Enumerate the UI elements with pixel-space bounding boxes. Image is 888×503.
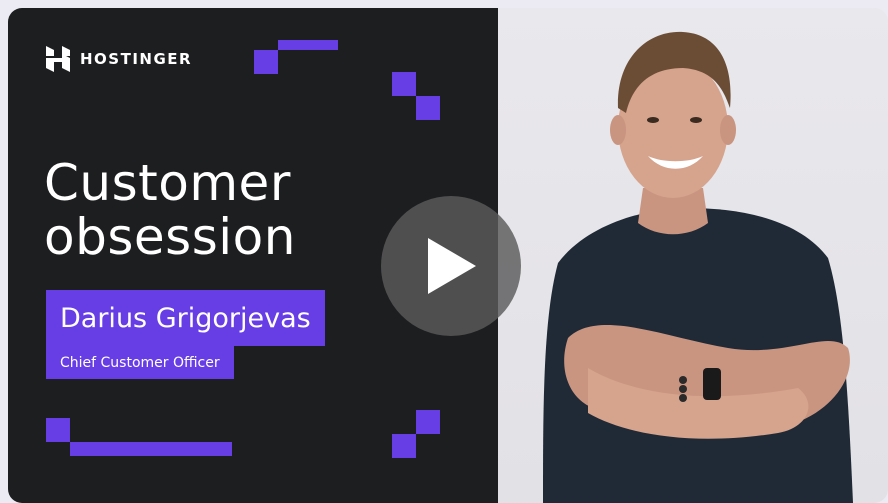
- brand-logo: HOSTINGER: [46, 46, 192, 72]
- title-line-1: Customer: [44, 154, 291, 212]
- play-button[interactable]: [381, 196, 521, 336]
- speaker-photo-panel: [498, 8, 888, 503]
- speaker-photo: [543, 31, 853, 503]
- speaker-role-badge: Chief Customer Officer: [46, 346, 234, 379]
- speaker-name-badge: Darius Grigorjevas: [46, 290, 325, 346]
- hostinger-logo-icon: [46, 46, 70, 72]
- play-icon: [428, 238, 476, 294]
- brand-name: HOSTINGER: [80, 50, 193, 68]
- video-thumbnail-card[interactable]: HOSTINGER Customer obsession Darius Grig…: [8, 8, 888, 503]
